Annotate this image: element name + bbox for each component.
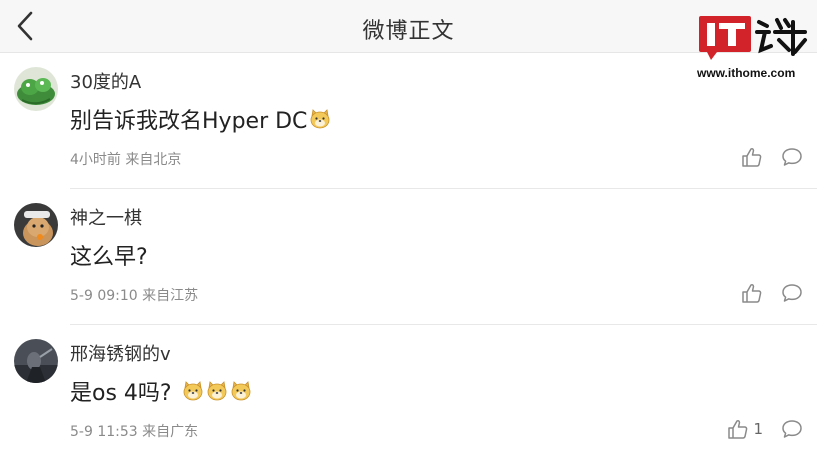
- comment-item: 神之一棋 这么早? 5-9 09:10 来自江苏: [0, 189, 817, 325]
- doge-emoji-icon: [231, 381, 250, 401]
- username[interactable]: 神之一棋: [70, 204, 142, 230]
- like-button[interactable]: [741, 282, 763, 304]
- comment-meta: 4小时前 来自北京: [70, 152, 182, 168]
- comment-item: 邢海锈钢的v 是os 4吗? 5-9 11:53 来自广东 1: [0, 325, 817, 461]
- comment-meta: 5-9 09:10 来自江苏: [70, 288, 199, 304]
- reply-button[interactable]: [781, 146, 803, 168]
- avatar[interactable]: [14, 203, 58, 247]
- avatar-image: [14, 67, 58, 111]
- like-count: 1: [753, 420, 763, 438]
- comment-meta: 5-9 11:53 来自广东: [70, 424, 199, 440]
- speech-bubble-icon: [782, 148, 802, 166]
- thumbs-up-icon: [742, 147, 762, 167]
- emoji-row: [182, 380, 252, 402]
- username[interactable]: 30度的A: [70, 68, 141, 94]
- avatar-image: [14, 339, 58, 383]
- doge-emoji-icon: [183, 381, 202, 401]
- comment-text: 别告诉我改名Hyper DC: [70, 103, 331, 135]
- avatar-image: [14, 203, 58, 247]
- username[interactable]: 邢海锈钢的v: [70, 340, 171, 366]
- comment-item: 30度的A 别告诉我改名Hyper DC 4小时前 来自北京: [0, 53, 817, 189]
- comment-text-body: 是os 4吗?: [70, 381, 172, 406]
- doge-emoji-icon: [311, 109, 330, 129]
- top-nav-bar: 微博正文: [0, 0, 817, 53]
- comment-text: 是os 4吗?: [70, 375, 252, 407]
- avatar[interactable]: [14, 339, 58, 383]
- thumbs-up-icon: [728, 419, 748, 439]
- speech-bubble-icon: [782, 420, 802, 438]
- reply-button[interactable]: [781, 282, 803, 304]
- comment-text-body: 这么早?: [70, 245, 148, 270]
- like-button[interactable]: [741, 146, 763, 168]
- like-button[interactable]: 1: [727, 418, 763, 440]
- comment-text: 这么早?: [70, 239, 148, 271]
- doge-emoji-icon: [207, 381, 226, 401]
- reply-button[interactable]: [781, 418, 803, 440]
- speech-bubble-icon: [782, 284, 802, 302]
- thumbs-up-icon: [742, 283, 762, 303]
- comment-text-body: 别告诉我改名Hyper DC: [70, 109, 308, 134]
- page-title: 微博正文: [362, 19, 455, 44]
- avatar[interactable]: [14, 67, 58, 111]
